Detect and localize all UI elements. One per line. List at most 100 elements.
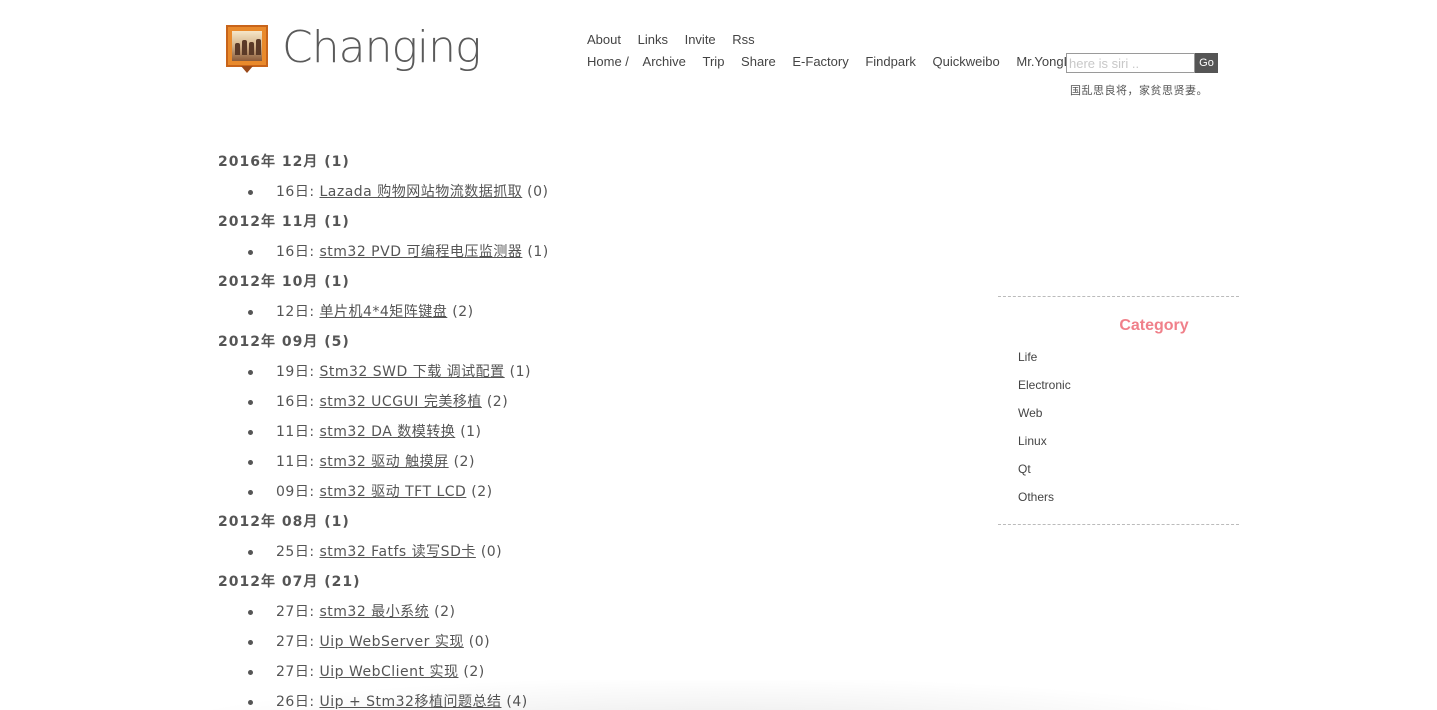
post-list: 19日: Stm32 SWD 下载 调试配置 (1) 16日: stm32 UC…: [218, 357, 918, 507]
nav-item-about[interactable]: About: [587, 32, 621, 47]
nav-link[interactable]: Rss: [732, 32, 754, 47]
post-link[interactable]: Uip WebClient 实现: [319, 664, 458, 680]
nav-link[interactable]: Links: [638, 32, 668, 47]
archive-month-heading: 2016年 12月 (1): [218, 154, 350, 170]
list-item: 12日: 单片机4*4矩阵键盘 (2): [218, 297, 918, 327]
comment-count: (2): [471, 484, 493, 500]
post-link[interactable]: stm32 Fatfs 读写SD卡: [319, 544, 475, 560]
post-link[interactable]: Uip WebServer 实现: [319, 634, 463, 650]
category-item-web[interactable]: Web: [1018, 403, 1071, 431]
post-day: 11日:: [276, 454, 315, 470]
archive-month-heading: 2012年 08月 (1): [218, 514, 350, 530]
site-motto: 国乱思良将，家贫思贤妻。: [1070, 84, 1208, 97]
post-list: 16日: stm32 PVD 可编程电压监测器 (1): [218, 237, 918, 267]
category-item-linux[interactable]: Linux: [1018, 431, 1071, 459]
list-item: 27日: Uip WebClient 实现 (2): [218, 657, 918, 687]
category-sidebar: Category Life Electronic Web Linux Qt Ot…: [998, 296, 1239, 525]
nav-item-trip[interactable]: Trip: [703, 54, 725, 69]
nav-item-share[interactable]: Share: [741, 54, 776, 69]
list-item: 09日: stm32 驱动 TFT LCD (2): [218, 477, 918, 507]
nav-item-links[interactable]: Links: [638, 32, 668, 47]
list-item: 27日: Uip WebServer 实现 (0): [218, 627, 918, 657]
post-list: 12日: 单片机4*4矩阵键盘 (2): [218, 297, 918, 327]
search-go-button[interactable]: Go: [1195, 53, 1218, 73]
nav-link[interactable]: Quickweibo: [933, 54, 1000, 69]
list-item: 11日: stm32 驱动 触摸屏 (2): [218, 447, 918, 477]
post-day: 16日:: [276, 394, 315, 410]
post-list: 27日: stm32 最小系统 (2) 27日: Uip WebServer 实…: [218, 597, 918, 710]
post-day: 11日:: [276, 424, 315, 440]
bullet-icon: [248, 370, 253, 375]
comment-count: (0): [468, 634, 491, 650]
post-link[interactable]: stm32 最小系统: [319, 604, 429, 620]
category-link[interactable]: Life: [1018, 350, 1037, 364]
nav-link[interactable]: Findpark: [865, 54, 916, 69]
nav-item-rss[interactable]: Rss: [732, 32, 754, 47]
search-form: Go: [1066, 53, 1218, 73]
post-day: 27日:: [276, 604, 315, 620]
category-link[interactable]: Electronic: [1018, 378, 1071, 392]
nav-link[interactable]: Trip: [703, 54, 725, 69]
post-day: 09日:: [276, 484, 315, 500]
nav-item-home[interactable]: Home /: [587, 54, 629, 69]
category-link[interactable]: Web: [1018, 406, 1042, 420]
bullet-icon: [248, 670, 253, 675]
post-link[interactable]: stm32 DA 数模转换: [319, 424, 455, 440]
comment-count: (2): [452, 304, 474, 320]
page: Changing About Links Invite Rss Home / A…: [0, 0, 1437, 710]
category-link[interactable]: Others: [1018, 490, 1054, 504]
comment-count: (1): [460, 424, 482, 440]
post-link[interactable]: Stm32 SWD 下载 调试配置: [319, 364, 504, 380]
category-item-life[interactable]: Life: [1018, 347, 1071, 375]
post-link[interactable]: Lazada 购物网站物流数据抓取: [319, 184, 522, 200]
site-logo[interactable]: [226, 25, 268, 73]
nav-link[interactable]: Share: [741, 54, 776, 69]
category-list: Life Electronic Web Linux Qt Others: [1018, 347, 1071, 515]
archive-month-heading: 2012年 11月 (1): [218, 214, 350, 230]
post-day: 27日:: [276, 634, 315, 650]
nav-item-quickweibo[interactable]: Quickweibo: [933, 54, 1000, 69]
nav-link[interactable]: Invite: [685, 32, 716, 47]
nav-item-findpark[interactable]: Findpark: [865, 54, 916, 69]
nav-item-e-factory[interactable]: E-Factory: [792, 54, 848, 69]
nav-item-invite[interactable]: Invite: [685, 32, 716, 47]
category-link[interactable]: Linux: [1018, 434, 1047, 448]
site-title[interactable]: Changing: [282, 16, 481, 80]
archive-list: 2016年 12月 (1) 16日: Lazada 购物网站物流数据抓取 (0)…: [218, 147, 918, 710]
post-link[interactable]: Uip + Stm32移植问题总结: [319, 694, 501, 710]
post-link[interactable]: 单片机4*4矩阵键盘: [319, 304, 447, 320]
post-link[interactable]: stm32 PVD 可编程电压监测器: [319, 244, 522, 260]
bullet-icon: [248, 310, 253, 315]
nav-item-archive[interactable]: Archive: [643, 54, 686, 69]
category-item-others[interactable]: Others: [1018, 487, 1071, 515]
comment-count: (0): [527, 184, 549, 200]
post-list: 16日: Lazada 购物网站物流数据抓取 (0): [218, 177, 918, 207]
nav-link[interactable]: Home /: [587, 54, 629, 69]
main-nav: Home / Archive Trip Share E-Factory Find…: [587, 54, 1098, 69]
comment-count: (0): [480, 544, 503, 560]
category-item-qt[interactable]: Qt: [1018, 459, 1071, 487]
list-item: 16日: stm32 PVD 可编程电压监测器 (1): [218, 237, 918, 267]
category-link[interactable]: Qt: [1018, 462, 1031, 476]
category-item-electronic[interactable]: Electronic: [1018, 375, 1071, 403]
post-link[interactable]: stm32 驱动 TFT LCD: [319, 484, 466, 500]
bullet-icon: [248, 250, 253, 255]
post-day: 26日:: [276, 694, 315, 710]
nav-link[interactable]: E-Factory: [792, 54, 848, 69]
post-list: 25日: stm32 Fatfs 读写SD卡 (0): [218, 537, 918, 567]
bullet-icon: [248, 190, 253, 195]
nav-link[interactable]: About: [587, 32, 621, 47]
comment-count: (2): [453, 454, 475, 470]
archive-month-heading: 2012年 09月 (5): [218, 334, 350, 350]
bullet-icon: [248, 490, 253, 495]
list-item: 19日: Stm32 SWD 下载 调试配置 (1): [218, 357, 918, 387]
search-input[interactable]: [1066, 53, 1195, 73]
post-link[interactable]: stm32 UCGUI 完美移植: [319, 394, 481, 410]
list-item: 11日: stm32 DA 数模转换 (1): [218, 417, 918, 447]
comment-count: (2): [463, 664, 485, 680]
nav-link[interactable]: Archive: [643, 54, 686, 69]
bullet-icon: [248, 640, 253, 645]
post-day: 16日:: [276, 244, 315, 260]
post-day: 16日:: [276, 184, 315, 200]
post-link[interactable]: stm32 驱动 触摸屏: [319, 454, 448, 470]
